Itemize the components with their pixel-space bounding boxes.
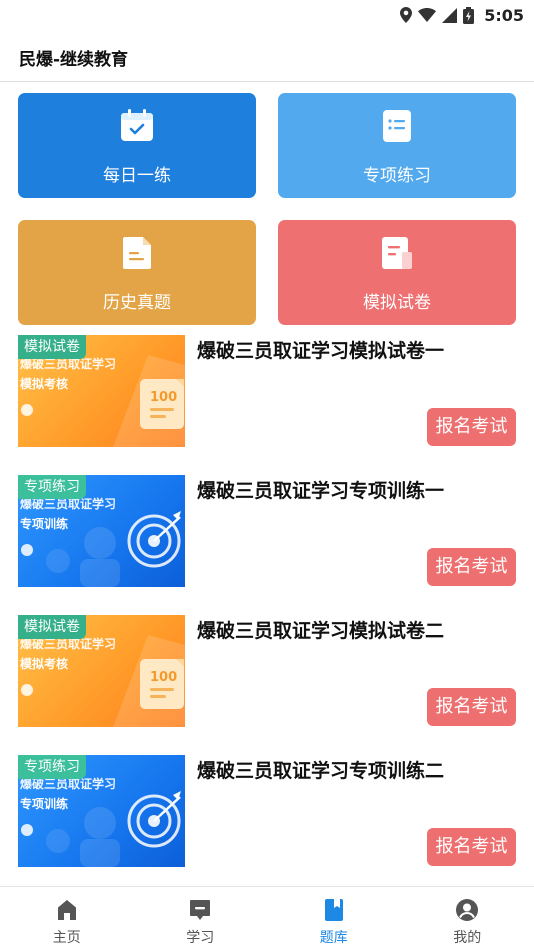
exam-title[interactable]: 爆破三员取证学习专项训练一 — [197, 476, 444, 503]
status-time: 5:05 — [484, 5, 524, 25]
thumb-score: 100 — [150, 390, 177, 405]
app-bar: 民爆-继续教育 — [0, 30, 534, 82]
signal-icon — [442, 7, 458, 23]
list-icon — [383, 110, 411, 142]
exam-title[interactable]: 爆破三员取证学习模拟试卷一 — [197, 336, 444, 363]
thumb-score: 100 — [150, 670, 177, 685]
thumb-line-2: 专项训练 — [20, 517, 69, 531]
enroll-exam-button[interactable]: 报名考试 — [427, 408, 516, 446]
nav-item-study[interactable]: 学习 — [134, 887, 268, 950]
exam-list-item[interactable]: 爆破三员取证学习 专项训练 专项练习 爆破三员取证学习专项训练一 报名考试 — [18, 475, 516, 587]
enroll-exam-button[interactable]: 报名考试 — [427, 688, 516, 726]
nav-item-question-bank[interactable]: 题库 — [267, 887, 401, 950]
nav-label: 学习 — [186, 930, 215, 946]
arrow-icon — [21, 824, 33, 836]
daily-practice-label: 每日一练 — [103, 166, 171, 186]
status-icons: 5:05 — [400, 4, 524, 26]
thumb-line-2: 模拟考核 — [20, 657, 69, 671]
nav-label: 我的 — [453, 930, 482, 946]
enroll-exam-button[interactable]: 报名考试 — [427, 828, 516, 866]
arrow-icon — [21, 404, 33, 416]
exam-list-item[interactable]: 100 爆破三员取证学习 模拟考核 模拟试卷 爆破三员取证学习模拟试卷一 报名考… — [18, 335, 516, 447]
nav-item-profile[interactable]: 我的 — [401, 887, 534, 950]
mock-exam-tile[interactable]: 模拟试卷 — [278, 220, 516, 325]
nav-label: 主页 — [52, 930, 81, 946]
exam-title[interactable]: 爆破三员取证学习模拟试卷二 — [197, 616, 444, 643]
arrow-icon — [21, 684, 33, 696]
bottom-nav: 主页 学习 题库 我的 — [0, 886, 534, 950]
nav-label: 题库 — [319, 930, 348, 946]
exam-title[interactable]: 爆破三员取证学习专项训练二 — [197, 756, 444, 783]
exam-tag: 专项练习 — [18, 755, 86, 779]
history-exam-tile[interactable]: 历史真题 — [18, 220, 256, 325]
thumb-line-2: 模拟考核 — [20, 377, 69, 391]
arrow-icon — [21, 544, 33, 556]
exam-tag: 专项练习 — [18, 475, 86, 499]
page-title: 民爆-继续教育 — [19, 50, 129, 70]
exam-thumbnail: 100 爆破三员取证学习 模拟考核 模拟试卷 — [18, 615, 185, 727]
exam-thumbnail: 爆破三员取证学习 专项训练 专项练习 — [18, 475, 185, 587]
study-icon — [190, 900, 211, 920]
special-practice-label: 专项练习 — [363, 166, 431, 186]
special-practice-tile[interactable]: 专项练习 — [278, 93, 516, 198]
calendar-check-icon — [121, 109, 153, 141]
exam-paper-icon — [382, 237, 412, 269]
exam-thumbnail: 100 爆破三员取证学习 模拟考核 模拟试卷 — [18, 335, 185, 447]
home-icon — [57, 900, 76, 920]
thumb-line-2: 专项训练 — [20, 797, 69, 811]
battery-icon — [463, 6, 475, 24]
nav-item-home[interactable]: 主页 — [0, 887, 134, 950]
exam-tag: 模拟试卷 — [18, 335, 86, 359]
location-icon — [400, 7, 413, 23]
document-icon — [123, 237, 151, 269]
daily-practice-tile[interactable]: 每日一练 — [18, 93, 256, 198]
exam-tag: 模拟试卷 — [18, 615, 86, 639]
profile-icon — [456, 899, 479, 921]
enroll-exam-button[interactable]: 报名考试 — [427, 548, 516, 586]
mock-exam-label: 模拟试卷 — [363, 293, 431, 313]
status-bar: 5:05 — [0, 0, 534, 30]
exam-list-item[interactable]: 100 爆破三员取证学习 模拟考核 模拟试卷 爆破三员取证学习模拟试卷二 报名考… — [18, 615, 516, 727]
history-exam-label: 历史真题 — [103, 293, 171, 313]
exam-thumbnail: 爆破三员取证学习 专项训练 专项练习 — [18, 755, 185, 867]
question-bank-icon — [324, 899, 343, 921]
wifi-icon — [418, 8, 437, 22]
exam-list-item[interactable]: 爆破三员取证学习 专项训练 专项练习 爆破三员取证学习专项训练二 报名考试 — [18, 755, 516, 867]
